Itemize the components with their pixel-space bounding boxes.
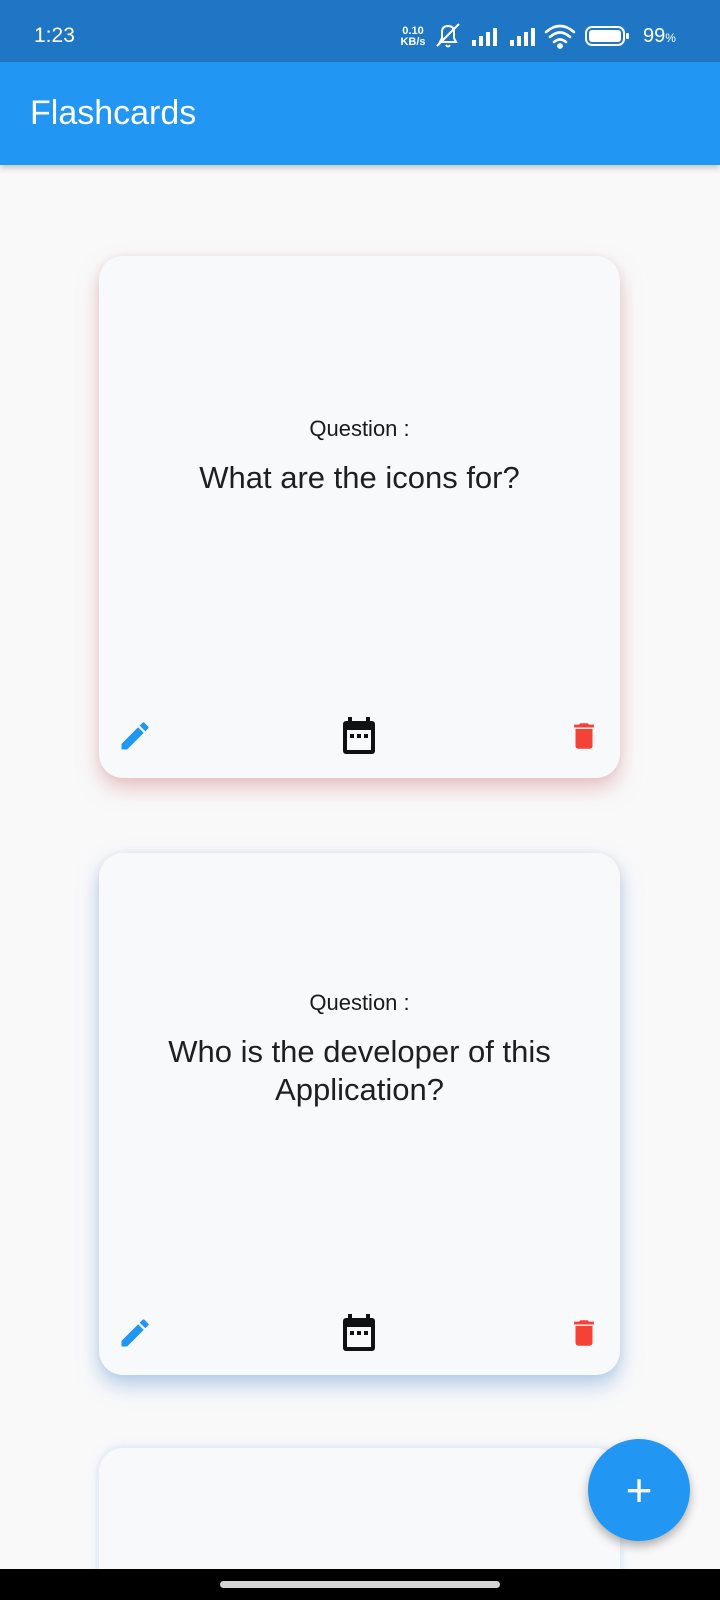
delete-icon: [574, 1320, 594, 1346]
flashcard[interactable]: Question : What are the icons for?: [99, 256, 620, 778]
schedule-button[interactable]: [339, 1313, 379, 1353]
mute-alarm-icon: [436, 23, 460, 48]
network-speed: 0.10 KB/s: [400, 25, 426, 48]
edit-button[interactable]: [115, 716, 155, 756]
delete-button[interactable]: [564, 716, 604, 756]
question-text: What are the icons for?: [199, 460, 520, 495]
page-title: Flashcards: [30, 94, 197, 132]
status-time: 1:23: [34, 24, 75, 47]
edit-icon: [121, 722, 149, 750]
wifi-icon: [544, 24, 576, 49]
home-indicator[interactable]: [220, 1581, 500, 1588]
calendar-icon: [343, 1314, 375, 1351]
calendar-icon: [343, 717, 375, 754]
schedule-button[interactable]: [339, 716, 379, 756]
system-nav-bar: [0, 1569, 720, 1600]
add-icon: +: [625, 1464, 653, 1516]
delete-button[interactable]: [564, 1313, 604, 1353]
status-bar: 1:23 0.10 KB/s 99%: [0, 0, 720, 62]
flashcard[interactable]: Question : Who is the developer of this …: [99, 853, 620, 1375]
delete-icon: [574, 723, 594, 749]
battery-percentage: 99%: [643, 25, 676, 47]
app-bar: Flashcards: [0, 62, 720, 165]
signal-1-icon: [472, 28, 497, 46]
status-icons: [436, 23, 629, 49]
add-card-button[interactable]: +: [588, 1439, 690, 1541]
battery-icon: [585, 26, 629, 46]
edit-icon: [121, 1319, 149, 1347]
question-label: Question :: [309, 416, 410, 441]
question-label: Question :: [309, 990, 410, 1015]
signal-2-icon: [510, 28, 535, 46]
edit-button[interactable]: [115, 1313, 155, 1353]
question-text: Who is the developer of this Application…: [168, 1034, 551, 1107]
